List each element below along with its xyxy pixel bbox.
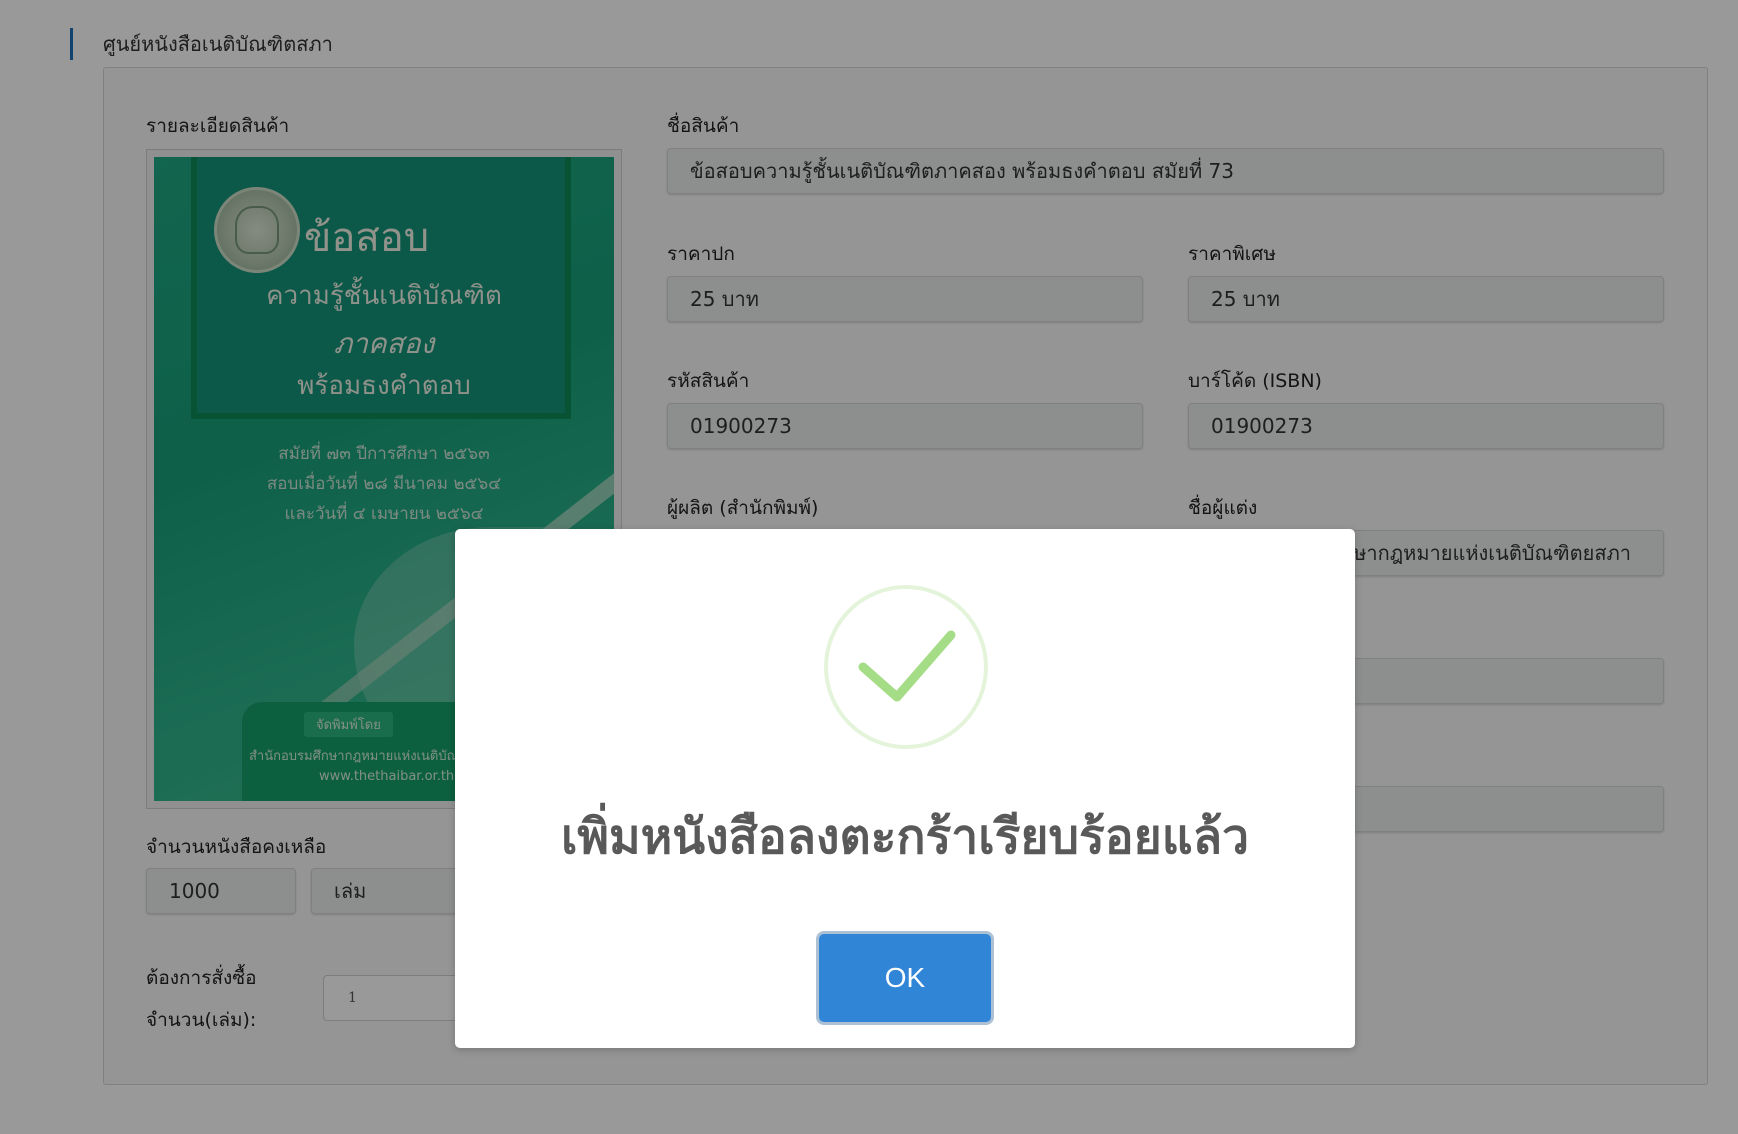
success-check-icon [824, 585, 988, 749]
dialog-message: เพิ่มหนังสือลงตะกร้าเรียบร้อยแล้ว [560, 809, 1250, 865]
ok-button[interactable]: OK [819, 934, 991, 1022]
success-dialog: เพิ่มหนังสือลงตะกร้าเรียบร้อยแล้ว OK [455, 529, 1355, 1048]
